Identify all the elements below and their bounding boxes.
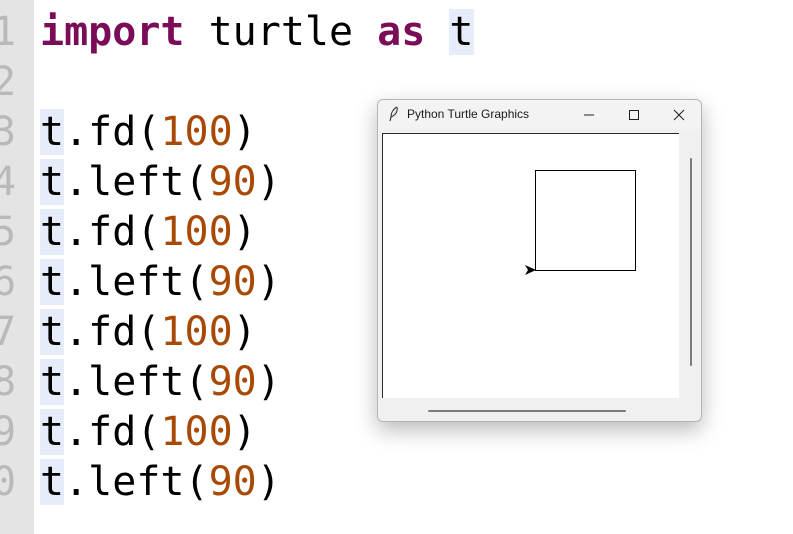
code-token: .fd( <box>64 209 161 255</box>
horizontal-scrollbar[interactable] <box>382 401 678 418</box>
code-token: ) <box>256 359 281 405</box>
close-button[interactable] <box>659 100 699 129</box>
code-token: ) <box>232 109 257 155</box>
code-token: .left( <box>64 159 209 205</box>
code-token: .fd( <box>64 309 161 355</box>
turtle-window[interactable]: Python Turtle Graphics <box>377 99 702 422</box>
code-token: t <box>40 209 65 255</box>
code-token: as <box>377 9 426 55</box>
code-token: turtle <box>184 9 378 55</box>
code-token: t <box>40 109 65 155</box>
code-token: .fd( <box>64 409 161 455</box>
code-token: t <box>40 359 65 405</box>
code-token: t <box>40 159 65 205</box>
code-line[interactable]: t.fd(100) <box>40 407 257 457</box>
code-token: 90 <box>208 459 257 505</box>
line-number: 8 <box>0 359 17 405</box>
line-number-gutter: 1234567890 <box>0 0 34 534</box>
code-token: t <box>40 309 65 355</box>
code-token: t <box>40 409 65 455</box>
code-token: ) <box>256 159 281 205</box>
code-token: 90 <box>208 359 257 405</box>
line-number: 2 <box>0 59 17 105</box>
code-line[interactable]: t.fd(100) <box>40 307 257 357</box>
code-token: ) <box>256 459 281 505</box>
line-number: 9 <box>0 409 17 455</box>
minimize-icon <box>584 114 594 116</box>
code-token: t <box>40 459 65 505</box>
code-line[interactable]: t.fd(100) <box>40 207 257 257</box>
code-token: ) <box>232 409 257 455</box>
code-token: .left( <box>64 259 209 305</box>
code-token: t <box>449 9 474 55</box>
code-line[interactable]: t.left(90) <box>40 257 281 307</box>
code-line[interactable]: import turtle as t <box>40 7 474 57</box>
code-line[interactable]: t.fd(100) <box>40 107 257 157</box>
code-token: .fd( <box>64 109 161 155</box>
code-token: ) <box>232 309 257 355</box>
line-number: 6 <box>0 259 17 305</box>
close-icon <box>673 109 685 121</box>
code-line[interactable]: t.left(90) <box>40 357 281 407</box>
code-line[interactable]: t.left(90) <box>40 457 281 507</box>
horizontal-scroll-thumb[interactable] <box>428 410 626 412</box>
vertical-scrollbar[interactable] <box>682 133 699 397</box>
feather-icon <box>389 106 398 122</box>
line-number: 5 <box>0 209 17 255</box>
code-token: 90 <box>208 159 257 205</box>
code-token: t <box>40 259 65 305</box>
maximize-button[interactable] <box>614 100 654 129</box>
code-token: import <box>40 9 185 55</box>
code-token: ) <box>232 209 257 255</box>
turtle-drawing <box>525 170 636 275</box>
code-token: 100 <box>160 409 233 455</box>
line-number: 1 <box>0 9 17 55</box>
window-titlebar[interactable]: Python Turtle Graphics <box>378 100 701 129</box>
line-number: 7 <box>0 309 17 355</box>
code-token: 100 <box>160 109 233 155</box>
minimize-button[interactable] <box>569 100 609 129</box>
turtle-cursor-icon <box>525 265 536 275</box>
code-token: ) <box>256 259 281 305</box>
code-line[interactable]: t.left(90) <box>40 157 281 207</box>
maximize-icon <box>629 110 639 120</box>
code-token: .left( <box>64 359 209 405</box>
vertical-scroll-thumb[interactable] <box>690 158 692 366</box>
drawn-square <box>535 170 636 271</box>
line-number: 0 <box>0 459 17 505</box>
code-token: 100 <box>160 309 233 355</box>
code-token: .left( <box>64 459 209 505</box>
code-token: 100 <box>160 209 233 255</box>
code-token: 90 <box>208 259 257 305</box>
line-number: 4 <box>0 159 17 205</box>
window-title: Python Turtle Graphics <box>407 107 530 121</box>
line-number: 3 <box>0 109 17 155</box>
turtle-canvas[interactable] <box>382 133 679 398</box>
